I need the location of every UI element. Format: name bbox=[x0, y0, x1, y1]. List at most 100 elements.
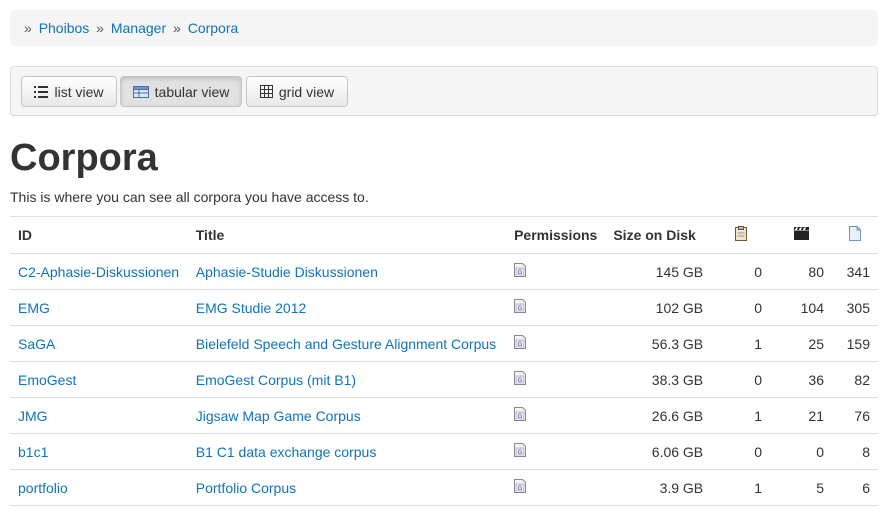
corpus-title-link[interactable]: EmoGest Corpus (mit B1) bbox=[196, 372, 356, 388]
cell-size: 3.9 GB bbox=[605, 469, 712, 506]
grid-icon bbox=[259, 85, 273, 98]
cell-document-count: 82 bbox=[831, 361, 878, 398]
permissions-icon[interactable]: G bbox=[514, 371, 527, 388]
permissions-icon[interactable]: G bbox=[514, 299, 527, 316]
cell-size: 56.3 GB bbox=[605, 325, 712, 362]
cell-document-count: 8 bbox=[831, 433, 878, 470]
tabular-view-label: tabular view bbox=[154, 83, 230, 100]
corpus-id-link[interactable]: portfolio bbox=[18, 480, 68, 496]
cell-permissions: G bbox=[506, 361, 606, 398]
clipboard-icon bbox=[734, 226, 747, 244]
corpus-title-link[interactable]: EMG Studie 2012 bbox=[196, 300, 307, 316]
header-clipboard bbox=[711, 216, 771, 254]
cell-size: 26.6 GB bbox=[605, 397, 712, 434]
cell-document-count: 159 bbox=[831, 325, 878, 362]
cell-film-count: 36 bbox=[770, 361, 832, 398]
cell-film-count: 21 bbox=[770, 397, 832, 434]
cell-permissions: G bbox=[506, 289, 606, 326]
cell-film-count: 0 bbox=[770, 433, 832, 470]
breadcrumb: » Phoibos » Manager » Corpora bbox=[10, 10, 878, 46]
header-document bbox=[831, 216, 878, 254]
list-view-label: list view bbox=[54, 83, 104, 100]
permissions-icon[interactable]: G bbox=[514, 407, 527, 424]
corpus-title-link[interactable]: Bielefeld Speech and Gesture Alignment C… bbox=[196, 336, 496, 352]
table-row: portfolio Portfolio Corpus G 3.9 GB 1 5 … bbox=[10, 469, 878, 506]
header-title: Title bbox=[187, 216, 507, 254]
cell-permissions: G bbox=[506, 433, 606, 470]
cell-title: EmoGest Corpus (mit B1) bbox=[187, 361, 507, 398]
table-row: EMG EMG Studie 2012 G 102 GB 0 104 305 bbox=[10, 289, 878, 326]
film-icon bbox=[793, 227, 809, 243]
cell-document-count: 76 bbox=[831, 397, 878, 434]
cell-permissions: G bbox=[506, 469, 606, 506]
permissions-icon[interactable]: G bbox=[514, 263, 527, 280]
cell-id: portfolio bbox=[10, 469, 188, 506]
cell-id: SaGA bbox=[10, 325, 188, 362]
cell-clipboard-count: 1 bbox=[711, 397, 771, 434]
cell-film-count: 25 bbox=[770, 325, 832, 362]
corpus-id-link[interactable]: EMG bbox=[18, 300, 50, 316]
svg-text:G: G bbox=[518, 269, 523, 276]
cell-id: C2-Aphasie-Diskussionen bbox=[10, 253, 188, 290]
table-row: SaGA Bielefeld Speech and Gesture Alignm… bbox=[10, 325, 878, 362]
corpus-id-link[interactable]: JMG bbox=[18, 408, 48, 424]
cell-id: b1c1 bbox=[10, 433, 188, 470]
cell-film-count: 80 bbox=[770, 253, 832, 290]
svg-text:G: G bbox=[518, 413, 523, 420]
page-title: Corpora bbox=[10, 137, 158, 179]
cell-document-count: 305 bbox=[831, 289, 878, 326]
tabular-view-button[interactable]: tabular view bbox=[120, 76, 242, 107]
breadcrumb-link-manager[interactable]: Manager bbox=[111, 20, 166, 36]
cell-permissions: G bbox=[506, 253, 606, 290]
cell-permissions: G bbox=[506, 397, 606, 434]
breadcrumb-link-phoibos[interactable]: Phoibos bbox=[39, 20, 90, 36]
grid-view-button[interactable]: grid view bbox=[246, 76, 348, 107]
cell-title: EMG Studie 2012 bbox=[187, 289, 507, 326]
cell-size: 145 GB bbox=[605, 253, 712, 290]
corpus-id-link[interactable]: b1c1 bbox=[18, 444, 48, 460]
breadcrumb-separator: » bbox=[173, 20, 181, 36]
svg-text:G: G bbox=[518, 485, 523, 492]
page-intro: This is where you can see all corpora yo… bbox=[10, 189, 369, 205]
grid-view-label: grid view bbox=[278, 83, 335, 100]
cell-title: Bielefeld Speech and Gesture Alignment C… bbox=[187, 325, 507, 362]
cell-title: B1 C1 data exchange corpus bbox=[187, 433, 507, 470]
svg-text:G: G bbox=[518, 341, 523, 348]
corpus-id-link[interactable]: C2-Aphasie-Diskussionen bbox=[18, 264, 179, 280]
cell-clipboard-count: 0 bbox=[711, 433, 771, 470]
header-permissions: Permissions bbox=[506, 216, 606, 254]
corpus-id-link[interactable]: SaGA bbox=[18, 336, 55, 352]
cell-clipboard-count: 1 bbox=[711, 325, 771, 362]
list-icon bbox=[34, 85, 49, 98]
corpus-title-link[interactable]: Portfolio Corpus bbox=[196, 480, 296, 496]
cell-title: Jigsaw Map Game Corpus bbox=[187, 397, 507, 434]
corpus-title-link[interactable]: Aphasie-Studie Diskussionen bbox=[196, 264, 378, 280]
cell-size: 38.3 GB bbox=[605, 361, 712, 398]
cell-id: EmoGest bbox=[10, 361, 188, 398]
cell-title: Aphasie-Studie Diskussionen bbox=[187, 253, 507, 290]
view-toolbar: list view tabular view grid view bbox=[10, 66, 878, 116]
table-header-row: ID Title Permissions Size on Disk bbox=[10, 216, 878, 254]
corpus-title-link[interactable]: B1 C1 data exchange corpus bbox=[196, 444, 377, 460]
list-view-button[interactable]: list view bbox=[21, 76, 117, 107]
permissions-icon[interactable]: G bbox=[514, 335, 527, 352]
permissions-icon[interactable]: G bbox=[514, 443, 527, 460]
svg-text:G: G bbox=[518, 377, 523, 384]
cell-clipboard-count: 0 bbox=[711, 253, 771, 290]
corpus-title-link[interactable]: Jigsaw Map Game Corpus bbox=[196, 408, 361, 424]
table-row: C2-Aphasie-Diskussionen Aphasie-Studie D… bbox=[10, 253, 878, 290]
breadcrumb-separator: » bbox=[96, 20, 104, 36]
permissions-icon[interactable]: G bbox=[514, 479, 527, 496]
table-row: EmoGest EmoGest Corpus (mit B1) G 38.3 G… bbox=[10, 361, 878, 398]
cell-clipboard-count: 0 bbox=[711, 289, 771, 326]
corpus-id-link[interactable]: EmoGest bbox=[18, 372, 76, 388]
cell-size: 102 GB bbox=[605, 289, 712, 326]
cell-id: JMG bbox=[10, 397, 188, 434]
header-film bbox=[770, 216, 832, 254]
breadcrumb-separator: » bbox=[24, 20, 32, 36]
cell-id: EMG bbox=[10, 289, 188, 326]
cell-document-count: 341 bbox=[831, 253, 878, 290]
corpora-table: ID Title Permissions Size on Disk C2-Aph… bbox=[10, 216, 878, 506]
cell-permissions: G bbox=[506, 325, 606, 362]
breadcrumb-link-corpora[interactable]: Corpora bbox=[188, 20, 239, 36]
